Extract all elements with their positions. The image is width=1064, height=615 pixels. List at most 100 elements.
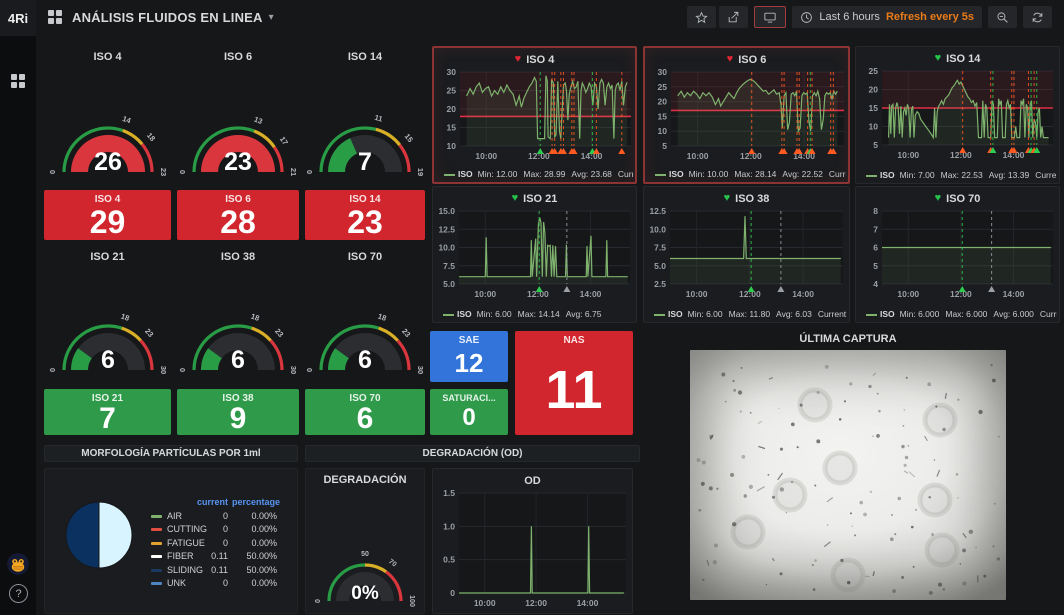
legend-stat-min: Min: 7.00 (900, 170, 935, 180)
svg-text:30: 30 (289, 366, 298, 374)
star-button[interactable] (687, 6, 716, 28)
row-header-morfologia[interactable]: MORFOLOGÍA PARTÍCULAS POR 1ml (44, 445, 298, 462)
legend-series-swatch (866, 314, 877, 316)
row-header-degradacion-od[interactable]: DEGRADACIÓN (OD) (305, 445, 640, 462)
monitor-icon (763, 11, 777, 24)
stat-panel-saturaci[interactable]: SATURACI...0 (430, 389, 508, 435)
ultima-captura-title[interactable]: ÚLTIMA CAPTURA (690, 333, 1006, 345)
chart-plot-od[interactable]: 00.51.01.510:0012:0014:00 (433, 469, 634, 615)
svg-text:25: 25 (447, 86, 457, 96)
legend-stat-avg: Avg: 6.75 (566, 309, 602, 319)
svg-text:20: 20 (447, 104, 457, 114)
morfologia-current-cutting: 0 (180, 524, 228, 534)
stat-value: 7 (99, 402, 116, 435)
stat-value: 23 (347, 203, 383, 240)
stat-panel-iso-70[interactable]: ISO 706 (305, 389, 425, 435)
chart-plot-iso6[interactable]: 5101520253010:0012:0014:00 (645, 48, 852, 186)
legend-series-name[interactable]: ISO (880, 170, 895, 180)
legend-stat-avg: Avg: 6.000 (993, 309, 1034, 319)
legend-series-name[interactable]: ISO (458, 169, 473, 179)
svg-text:20: 20 (869, 85, 879, 95)
svg-text:10: 10 (447, 141, 457, 151)
pie-slice-fiber (99, 502, 132, 568)
svg-text:5.0: 5.0 (443, 279, 455, 289)
svg-text:8: 8 (873, 206, 878, 216)
dashboard: ISO 429ISO 628ISO 1423ISO 217ISO 389ISO … (0, 0, 1064, 615)
magnifier-icon (996, 11, 1009, 24)
morfologia-pie-chart[interactable] (65, 501, 133, 569)
stat-panel-iso-4[interactable]: ISO 429 (44, 190, 171, 240)
chart-legend: ISOMin: 10.00Max: 28.14Avg: 22.52Current… (655, 169, 846, 179)
gauge-iso-70: 01823306 (309, 284, 421, 376)
chart-plot-iso38[interactable]: 2.55.07.510.012.510:0012:0014:00 (644, 187, 851, 324)
gauge-title[interactable]: DEGRADACIÓN (306, 474, 424, 486)
user-avatar[interactable] (7, 553, 29, 575)
chart-plot-iso70[interactable]: 4567810:0012:0014:00 (856, 187, 1061, 324)
gauge-title[interactable]: ISO 14 (305, 51, 425, 63)
gauge-iso-6: 013172123 (181, 86, 295, 178)
zoom-out-button[interactable] (988, 6, 1017, 28)
avatar-icon (7, 553, 29, 575)
svg-text:10:00: 10:00 (474, 289, 496, 299)
tv-mode-button[interactable] (754, 6, 786, 28)
help-icon[interactable]: ? (9, 584, 28, 603)
chart-plot-iso4[interactable]: 101520253010:0012:0014:00 (434, 48, 639, 186)
svg-text:12:00: 12:00 (525, 598, 547, 608)
microscope-capture-image (690, 350, 1006, 600)
gauge-degradaci-n: 050701000% (309, 527, 421, 607)
gauge-title[interactable]: ISO 6 (177, 51, 299, 63)
legend-stat-max: Max: 22.53 (941, 170, 983, 180)
refresh-button[interactable] (1023, 6, 1052, 28)
org-logo[interactable]: 4Ri (0, 0, 36, 36)
time-range-button[interactable]: Last 6 hours Refresh every 5s (792, 6, 982, 28)
svg-text:1.5: 1.5 (443, 488, 455, 498)
dashboard-grid-icon[interactable] (48, 10, 62, 24)
gauge-title[interactable]: ISO 38 (177, 251, 299, 263)
time-range-label: Last 6 hours (819, 11, 880, 23)
svg-text:0%: 0% (351, 583, 379, 604)
svg-text:15: 15 (658, 111, 668, 121)
legend-series-name[interactable]: ISO (457, 309, 472, 319)
morfologia-current-unk: 0 (180, 578, 228, 588)
svg-text:23: 23 (143, 327, 155, 339)
svg-text:6: 6 (231, 346, 245, 374)
gauge-panel-iso-21: ISO 2101823306 (44, 246, 171, 384)
svg-text:17: 17 (278, 135, 290, 147)
share-button[interactable] (719, 6, 748, 28)
stat-panel-iso-38[interactable]: ISO 389 (177, 389, 299, 435)
legend-series-name[interactable]: ISO (668, 309, 683, 319)
legend-stat-min: Min: 6.00 (688, 309, 723, 319)
legend-series-name[interactable]: ISO (880, 309, 895, 319)
svg-text:14:00: 14:00 (792, 289, 814, 299)
legend-series-name[interactable]: ISO (669, 169, 684, 179)
gauge-panel-iso-38: ISO 3801823306 (177, 246, 299, 384)
svg-text:19: 19 (416, 168, 425, 176)
dashboard-title[interactable]: ANÁLISIS FLUIDOS EN LINEA (72, 10, 263, 25)
chart-plot-iso14[interactable]: 51015202510:0012:0014:00 (856, 47, 1061, 185)
chevron-down-icon[interactable]: ▾ (269, 12, 274, 23)
svg-text:18: 18 (119, 312, 130, 323)
gauge-title[interactable]: ISO 21 (44, 251, 171, 263)
chart-panel-iso70: ♥ISO 704567810:0012:0014:00ISOMin: 6.000… (855, 186, 1060, 323)
svg-text:10:00: 10:00 (897, 150, 919, 160)
svg-text:6: 6 (358, 346, 372, 374)
svg-text:10.0: 10.0 (438, 243, 455, 253)
legend-series-swatch (655, 174, 666, 176)
legend-stat-avg: Avg: 13.39 (989, 170, 1030, 180)
stat-panel-nas[interactable]: NAS11 (515, 331, 633, 435)
legend-stat-max: Max: 14.14 (518, 309, 560, 319)
dashboards-icon[interactable] (11, 74, 25, 88)
stat-panel-iso-14[interactable]: ISO 1423 (305, 190, 425, 240)
legend-stat-min: Min: 12.00 (478, 169, 518, 179)
gauge-title[interactable]: ISO 70 (305, 251, 425, 263)
stat-panel-iso-21[interactable]: ISO 217 (44, 389, 171, 435)
svg-text:0: 0 (305, 170, 314, 174)
gauge-title[interactable]: ISO 4 (44, 51, 171, 63)
svg-text:30: 30 (447, 67, 457, 77)
chart-plot-iso21[interactable]: 5.07.510.012.515.010:0012:0014:00 (433, 187, 638, 324)
stat-panel-iso-6[interactable]: ISO 628 (177, 190, 299, 240)
stat-value: 11 (545, 344, 602, 435)
stat-panel-sae[interactable]: SAE12 (430, 331, 508, 382)
morfologia-swatch-sliding (151, 569, 162, 572)
svg-text:0: 0 (48, 368, 57, 372)
